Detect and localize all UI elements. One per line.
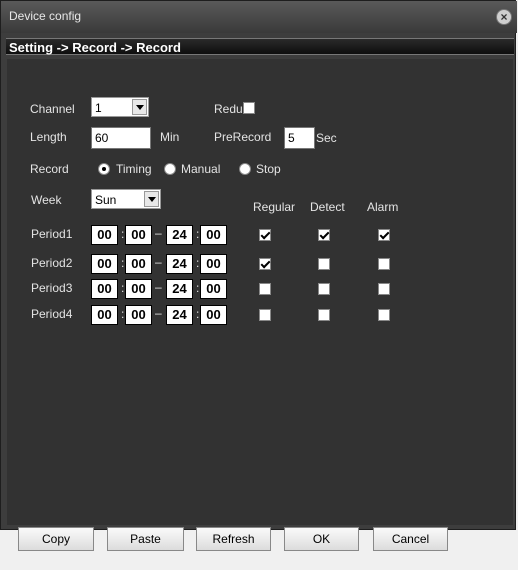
timing-radio[interactable] xyxy=(98,163,110,175)
ok-button[interactable]: OK xyxy=(284,527,359,551)
cancel-button[interactable]: Cancel xyxy=(373,527,448,551)
alarm-checkbox[interactable] xyxy=(378,309,390,321)
redu-checkbox[interactable] xyxy=(243,102,255,114)
start-minute-field[interactable]: 00 xyxy=(125,305,152,325)
range-separator: – xyxy=(155,306,162,320)
end-minute-field[interactable]: 00 xyxy=(200,225,227,245)
breadcrumb: Setting -> Record -> Record xyxy=(6,38,514,55)
range-separator: – xyxy=(155,226,162,240)
regular-column-header: Regular xyxy=(253,200,296,214)
regular-checkbox[interactable] xyxy=(259,258,271,270)
start-minute-field[interactable]: 00 xyxy=(125,254,152,274)
end-minute-field[interactable]: 00 xyxy=(200,279,227,299)
end-hour-field[interactable]: 24 xyxy=(166,279,193,299)
time-separator: : xyxy=(196,307,200,321)
time-separator: : xyxy=(196,281,200,295)
regular-checkbox[interactable] xyxy=(259,309,271,321)
prerecord-label: PreRecord xyxy=(214,130,272,144)
record-label: Record xyxy=(30,162,69,176)
range-separator: – xyxy=(155,255,162,269)
timing-label: Timing xyxy=(116,162,152,176)
start-hour-field[interactable]: 00 xyxy=(91,254,118,274)
week-label: Week xyxy=(31,193,62,207)
alarm-column-header: Alarm xyxy=(367,200,399,214)
detect-checkbox[interactable] xyxy=(318,258,330,270)
record-settings-panel: Channel 1 Redu Length Min PreRecord Sec … xyxy=(7,59,513,551)
device-config-window: Device config × Setting -> Record -> Rec… xyxy=(0,0,517,551)
alarm-checkbox[interactable] xyxy=(378,258,390,270)
stop-radio[interactable] xyxy=(239,163,251,175)
start-hour-field[interactable]: 00 xyxy=(91,279,118,299)
redu-label: Redu xyxy=(214,102,243,116)
time-separator: : xyxy=(121,256,125,270)
channel-value: 1 xyxy=(95,101,102,115)
stop-label: Stop xyxy=(256,162,281,176)
start-minute-field[interactable]: 00 xyxy=(125,279,152,299)
refresh-button[interactable]: Refresh xyxy=(196,527,271,551)
time-separator: : xyxy=(121,227,125,241)
detect-checkbox[interactable] xyxy=(318,283,330,295)
title-bar[interactable]: Device config × xyxy=(1,1,517,33)
chevron-down-icon[interactable] xyxy=(132,99,147,115)
end-hour-field[interactable]: 24 xyxy=(166,254,193,274)
week-value: Sun xyxy=(95,193,117,207)
channel-label: Channel xyxy=(30,102,75,116)
end-hour-field[interactable]: 24 xyxy=(166,305,193,325)
end-minute-field[interactable]: 00 xyxy=(200,254,227,274)
start-hour-field[interactable]: 00 xyxy=(91,305,118,325)
period-label: Period3 xyxy=(31,281,73,295)
manual-radio[interactable] xyxy=(164,163,176,175)
copy-button[interactable]: Copy xyxy=(18,527,94,551)
period-label: Period2 xyxy=(31,256,73,270)
window-title: Device config xyxy=(9,9,82,23)
time-separator: : xyxy=(121,281,125,295)
length-unit: Min xyxy=(160,130,180,144)
alarm-checkbox[interactable] xyxy=(378,283,390,295)
chevron-down-icon[interactable] xyxy=(144,191,159,207)
regular-checkbox[interactable] xyxy=(259,283,271,295)
time-separator: : xyxy=(196,227,200,241)
end-minute-field[interactable]: 00 xyxy=(200,305,227,325)
prerecord-unit: Sec xyxy=(316,131,337,145)
period-label: Period1 xyxy=(31,227,73,241)
close-icon[interactable]: × xyxy=(496,9,512,25)
alarm-checkbox[interactable] xyxy=(378,229,390,241)
time-separator: : xyxy=(196,256,200,270)
detect-column-header: Detect xyxy=(310,200,345,214)
manual-label: Manual xyxy=(181,162,221,176)
detect-checkbox[interactable] xyxy=(318,309,330,321)
end-hour-field[interactable]: 24 xyxy=(166,225,193,245)
range-separator: – xyxy=(155,280,162,294)
time-separator: : xyxy=(121,307,125,321)
week-select[interactable]: Sun xyxy=(91,189,161,209)
length-input[interactable] xyxy=(91,127,151,149)
detect-checkbox[interactable] xyxy=(318,229,330,241)
regular-checkbox[interactable] xyxy=(259,229,271,241)
start-hour-field[interactable]: 00 xyxy=(91,225,118,245)
period-label: Period4 xyxy=(31,307,73,321)
prerecord-input[interactable] xyxy=(284,127,315,149)
length-label: Length xyxy=(30,130,67,144)
paste-button[interactable]: Paste xyxy=(107,527,184,551)
start-minute-field[interactable]: 00 xyxy=(125,225,152,245)
channel-select[interactable]: 1 xyxy=(91,97,149,117)
